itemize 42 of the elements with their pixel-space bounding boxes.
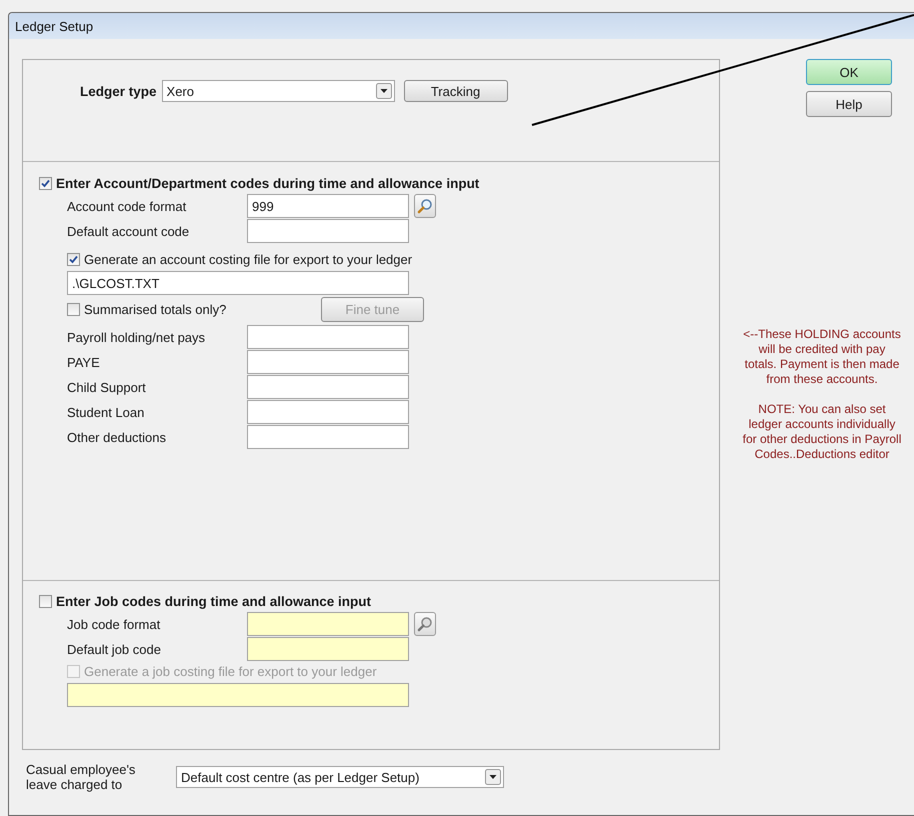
input-field[interactable]: [67, 683, 409, 707]
checkbox-label: Generate a job costing file for export to your ledger: [84, 664, 378, 679]
input-field[interactable]: [247, 375, 409, 399]
checkbox[interactable]: [67, 303, 80, 316]
ledger-type-dropdown[interactable]: Xero: [162, 80, 395, 102]
checkbox-label: Enter Account/Department codes during time and allowance input: [56, 176, 480, 191]
help-button[interactable]: Help: [806, 91, 892, 117]
input-field[interactable]: [247, 637, 409, 661]
field-label: Other deductions: [67, 430, 168, 444]
field-label: Payroll holding/net pays: [67, 330, 206, 344]
field-label: Default job code: [67, 642, 162, 656]
window-title: Ledger Setup: [15, 18, 94, 34]
checkbox[interactable]: [67, 253, 80, 266]
input-field[interactable]: [247, 325, 409, 349]
ok-button[interactable]: OK: [806, 59, 892, 85]
checkbox[interactable]: [39, 177, 52, 190]
search-button[interactable]: [414, 612, 436, 636]
checkbox-label: Summarised totals only?: [84, 302, 228, 317]
field-label: Child Support: [67, 380, 147, 394]
note-text: <--These HOLDING accounts will be credited with pay totals. Payment is then made from these accounts.: [742, 327, 902, 387]
note-text: NOTE: You can also set ledger accounts individually for other deductions in Payroll Codes..Deductions editor: [742, 402, 902, 462]
input-field[interactable]: [247, 400, 409, 424]
input-field[interactable]: [247, 219, 409, 243]
tracking-button[interactable]: Tracking: [404, 80, 508, 102]
input-field[interactable]: [247, 425, 409, 449]
leave-charge-dropdown[interactable]: Default cost centre (as per Ledger Setup): [176, 766, 504, 788]
input-field[interactable]: [247, 350, 409, 374]
field-label: Student Loan: [67, 404, 146, 420]
checkbox-label: Generate an account costing file for export to your ledger: [84, 252, 412, 267]
checkbox[interactable]: [67, 665, 80, 678]
input-field[interactable]: 999: [247, 194, 409, 218]
checkbox[interactable]: [39, 595, 52, 608]
field-label: Casual employee's leave charged to: [26, 762, 136, 792]
field-label: Ledger type: [80, 84, 157, 98]
checkbox-label: Enter Job codes during time and allowance input: [56, 594, 372, 609]
field-label: Default account code: [67, 224, 190, 238]
input-field[interactable]: [247, 612, 409, 636]
field-label: Account code format: [67, 198, 188, 214]
search-button[interactable]: [414, 194, 436, 218]
input-field[interactable]: .\GLCOST.TXT: [67, 271, 409, 295]
field-label: PAYE: [67, 354, 101, 370]
field-label: Job code format: [67, 616, 162, 632]
